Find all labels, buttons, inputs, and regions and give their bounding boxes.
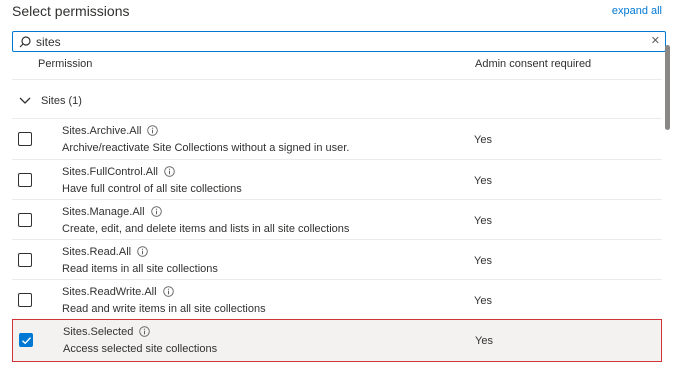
permission-name: Sites.FullControl.All bbox=[62, 166, 158, 178]
permission-row-selected[interactable]: Sites.Selected Access selected site coll… bbox=[12, 319, 662, 362]
permission-name-line: Sites.Manage.All bbox=[62, 206, 162, 218]
info-icon[interactable] bbox=[139, 326, 151, 337]
admin-consent-value: Yes bbox=[474, 255, 492, 267]
info-icon[interactable] bbox=[137, 246, 148, 257]
info-icon[interactable] bbox=[164, 166, 175, 177]
group-header-sites[interactable]: Sites (1) bbox=[12, 86, 662, 116]
admin-consent-value: Yes bbox=[474, 134, 492, 146]
checkmark-icon bbox=[22, 337, 32, 345]
search-box[interactable]: ✕ bbox=[12, 31, 666, 52]
permission-description: Access selected site collections bbox=[63, 343, 218, 355]
search-input[interactable] bbox=[36, 34, 636, 49]
scrollbar-thumb[interactable] bbox=[665, 45, 670, 130]
admin-consent-value: Yes bbox=[474, 215, 492, 227]
permission-description: Archive/reactivate Site Collections with… bbox=[62, 142, 350, 154]
column-header-admin-consent: Admin consent required bbox=[475, 58, 592, 70]
chevron-down-icon bbox=[19, 97, 31, 104]
permission-name-line: Sites.Read.All bbox=[62, 246, 148, 258]
checkbox-checked[interactable] bbox=[19, 333, 33, 347]
permission-row[interactable]: Sites.Archive.All Archive/reactivate Sit… bbox=[12, 119, 662, 159]
select-permissions-panel: Select permissions expand all ✕ Permissi… bbox=[0, 0, 688, 369]
checkbox[interactable] bbox=[18, 293, 32, 307]
permission-name-line: Sites.FullControl.All bbox=[62, 166, 175, 178]
checkbox[interactable] bbox=[18, 132, 32, 146]
permission-name-line: Sites.Selected bbox=[63, 326, 151, 338]
admin-consent-value: Yes bbox=[475, 335, 493, 347]
permission-row[interactable]: Sites.Read.All Read items in all site co… bbox=[12, 240, 662, 280]
permission-description: Have full control of all site collection… bbox=[62, 183, 242, 195]
divider bbox=[12, 79, 662, 80]
search-icon bbox=[19, 35, 31, 47]
permission-name: Sites.Read.All bbox=[62, 246, 132, 258]
permission-name: Sites.Manage.All bbox=[62, 206, 145, 218]
checkbox[interactable] bbox=[18, 213, 32, 227]
permission-row[interactable]: Sites.Manage.All Create, edit, and delet… bbox=[12, 200, 662, 240]
info-icon[interactable] bbox=[162, 286, 174, 297]
permission-name-line: Sites.Archive.All bbox=[62, 125, 159, 137]
close-icon[interactable]: ✕ bbox=[651, 35, 660, 47]
info-icon[interactable] bbox=[150, 206, 162, 217]
admin-consent-value: Yes bbox=[474, 175, 492, 187]
permission-name: Sites.Selected bbox=[63, 326, 134, 338]
permission-row[interactable]: Sites.ReadWrite.All Read and write items… bbox=[12, 280, 662, 320]
permission-row[interactable]: Sites.FullControl.All Have full control … bbox=[12, 160, 662, 200]
checkbox[interactable] bbox=[18, 253, 32, 267]
permission-description: Read items in all site collections bbox=[62, 263, 218, 275]
admin-consent-value: Yes bbox=[474, 295, 492, 307]
info-icon[interactable] bbox=[147, 125, 159, 136]
panel-title: Select permissions bbox=[12, 3, 130, 19]
checkbox[interactable] bbox=[18, 173, 32, 187]
column-header-permission: Permission bbox=[38, 58, 93, 70]
permission-name: Sites.Archive.All bbox=[62, 125, 142, 137]
group-label: Sites (1) bbox=[41, 95, 82, 107]
permission-description: Create, edit, and delete items and lists… bbox=[62, 223, 350, 235]
permission-name-line: Sites.ReadWrite.All bbox=[62, 286, 174, 298]
permission-description: Read and write items in all site collect… bbox=[62, 303, 266, 315]
permission-name: Sites.ReadWrite.All bbox=[62, 286, 157, 298]
expand-all-link[interactable]: expand all bbox=[612, 5, 662, 17]
